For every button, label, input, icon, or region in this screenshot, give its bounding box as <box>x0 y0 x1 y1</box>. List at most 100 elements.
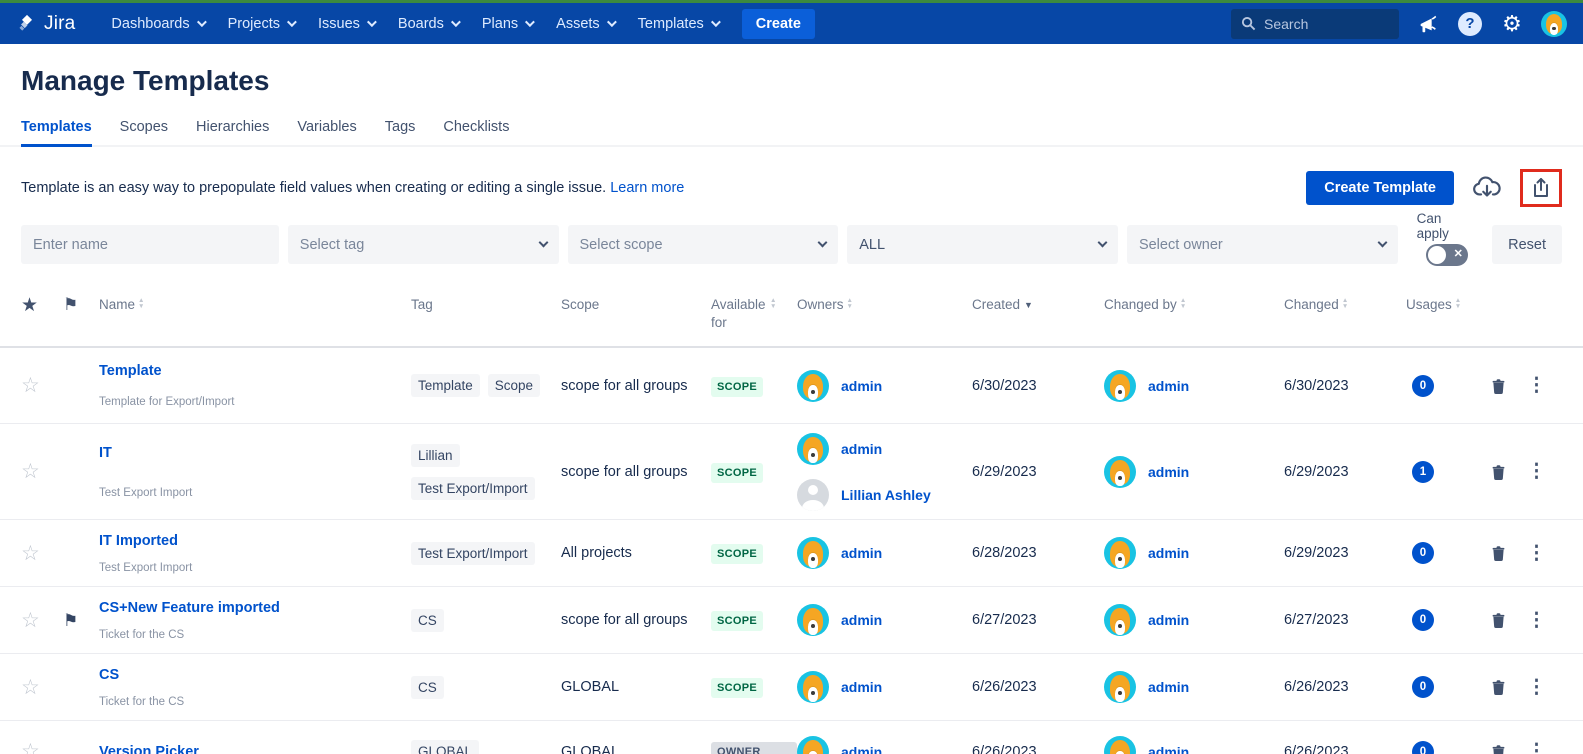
changed-by-link[interactable]: admin <box>1148 464 1189 480</box>
header-name[interactable]: Name▲▼ <box>99 296 411 314</box>
tab-tags[interactable]: Tags <box>385 111 416 145</box>
usages-badge[interactable]: 0 <box>1412 741 1434 754</box>
owner-link[interactable]: admin <box>841 612 882 628</box>
star-icon[interactable]: ☆ <box>21 543 63 564</box>
changed-date: 6/26/2023 <box>1284 679 1406 695</box>
tab-checklists[interactable]: Checklists <box>443 111 509 145</box>
header-scope[interactable]: Scope <box>561 296 711 314</box>
reset-button[interactable]: Reset <box>1492 225 1562 264</box>
create-button[interactable]: Create <box>742 9 815 39</box>
user-avatar[interactable] <box>1541 11 1567 37</box>
settings-gear-icon[interactable]: ⚙ <box>1499 11 1525 37</box>
flag-icon[interactable]: ⚑ <box>63 612 99 629</box>
changed-by-link[interactable]: admin <box>1148 679 1189 695</box>
export-templates-button[interactable] <box>1528 175 1554 201</box>
kebab-menu-button[interactable]: ⋮ <box>1527 740 1546 754</box>
usages-badge[interactable]: 0 <box>1412 676 1434 698</box>
import-templates-button[interactable] <box>1468 171 1506 205</box>
owner-link[interactable]: admin <box>841 744 882 754</box>
header-changed[interactable]: Changed▲▼ <box>1284 296 1406 314</box>
search-input[interactable] <box>1264 16 1374 32</box>
tag-list: Test Export/Import <box>411 542 561 565</box>
template-name-link[interactable]: Template <box>99 363 411 379</box>
delete-button[interactable] <box>1490 743 1507 754</box>
template-name-link[interactable]: IT <box>99 445 411 461</box>
header-owners[interactable]: Owners▲▼ <box>797 296 972 314</box>
dog-avatar <box>1104 456 1136 488</box>
nav-item-templates[interactable]: Templates <box>628 10 728 38</box>
owner-link[interactable]: Lillian Ashley <box>841 487 931 503</box>
star-icon[interactable]: ☆ <box>21 741 63 754</box>
template-name-link[interactable]: CS+New Feature imported <box>99 600 411 616</box>
global-search[interactable] <box>1231 9 1399 39</box>
nav-item-plans[interactable]: Plans <box>472 10 542 38</box>
dog-avatar <box>1104 671 1136 703</box>
type-filter-select[interactable]: ALL <box>847 225 1118 264</box>
star-icon[interactable]: ☆ <box>21 610 63 631</box>
jira-logo[interactable]: Jira <box>16 13 75 35</box>
favorite-column-header[interactable]: ★ <box>21 296 63 315</box>
tag-filter-select[interactable]: Select tag <box>288 225 559 264</box>
changed-by-link[interactable]: admin <box>1148 744 1189 754</box>
nav-item-issues[interactable]: Issues <box>308 10 384 38</box>
template-name-link[interactable]: Version Picker <box>99 744 411 754</box>
tag-chip: Test Export/Import <box>411 477 535 500</box>
learn-more-link[interactable]: Learn more <box>610 180 684 196</box>
delete-button[interactable] <box>1490 377 1507 395</box>
owner-filter-select[interactable]: Select owner <box>1127 225 1398 264</box>
usages-badge[interactable]: 1 <box>1412 461 1434 483</box>
usages-badge[interactable]: 0 <box>1412 542 1434 564</box>
template-name-link[interactable]: IT Imported <box>99 533 411 549</box>
star-icon[interactable]: ☆ <box>21 375 63 396</box>
announcements-icon[interactable] <box>1415 11 1441 37</box>
name-filter[interactable] <box>21 225 279 264</box>
header-tag[interactable]: Tag <box>411 296 561 314</box>
star-icon[interactable]: ☆ <box>21 461 63 482</box>
changed-date: 6/29/2023 <box>1284 464 1406 480</box>
create-template-button[interactable]: Create Template <box>1306 171 1454 205</box>
delete-button[interactable] <box>1490 678 1507 696</box>
nav-item-dashboards[interactable]: Dashboards <box>101 10 213 38</box>
header-created[interactable]: Created▼ <box>972 296 1104 314</box>
tab-hierarchies[interactable]: Hierarchies <box>196 111 269 145</box>
help-icon[interactable]: ? <box>1457 11 1483 37</box>
template-name-link[interactable]: CS <box>99 667 411 683</box>
header-usages[interactable]: Usages▲▼ <box>1406 296 1484 314</box>
delete-button[interactable] <box>1490 611 1507 629</box>
delete-button[interactable] <box>1490 463 1507 481</box>
nav-item-boards[interactable]: Boards <box>388 10 468 38</box>
usages-badge[interactable]: 0 <box>1412 609 1434 631</box>
changed-by-link[interactable]: admin <box>1148 545 1189 561</box>
dog-avatar <box>797 736 829 754</box>
nav-item-projects[interactable]: Projects <box>218 10 304 38</box>
tab-scopes[interactable]: Scopes <box>120 111 168 145</box>
kebab-menu-button[interactable]: ⋮ <box>1527 542 1546 565</box>
star-icon[interactable]: ☆ <box>21 677 63 698</box>
kebab-menu-button[interactable]: ⋮ <box>1527 676 1546 699</box>
changed-by-link[interactable]: admin <box>1148 378 1189 394</box>
kebab-menu-button[interactable]: ⋮ <box>1527 609 1546 632</box>
flag-column-header[interactable]: ⚑ <box>63 296 99 313</box>
nav-item-assets[interactable]: Assets <box>546 10 624 38</box>
header-changed-by[interactable]: Changed by▲▼ <box>1104 296 1284 314</box>
owner-link[interactable]: admin <box>841 679 882 695</box>
tag-chip: Template <box>411 374 480 397</box>
owner-link[interactable]: admin <box>841 441 882 457</box>
changed-date: 6/30/2023 <box>1284 378 1406 394</box>
scope-cell: GLOBAL <box>561 679 711 695</box>
owner-link[interactable]: admin <box>841 378 882 394</box>
changed-by-link[interactable]: admin <box>1148 612 1189 628</box>
can-apply-toggle[interactable]: ✕ <box>1426 244 1468 266</box>
kebab-menu-button[interactable]: ⋮ <box>1527 374 1546 397</box>
tab-templates[interactable]: Templates <box>21 111 92 145</box>
dog-avatar <box>797 433 829 465</box>
delete-button[interactable] <box>1490 544 1507 562</box>
usages-badge[interactable]: 0 <box>1412 375 1434 397</box>
header-available-for[interactable]: Available for▲▼ <box>711 296 797 332</box>
kebab-menu-button[interactable]: ⋮ <box>1527 460 1546 483</box>
export-upload-icon <box>1529 176 1553 200</box>
name-filter-input[interactable] <box>33 237 267 253</box>
tab-variables[interactable]: Variables <box>297 111 356 145</box>
owner-link[interactable]: admin <box>841 545 882 561</box>
scope-filter-select[interactable]: Select scope <box>568 225 839 264</box>
